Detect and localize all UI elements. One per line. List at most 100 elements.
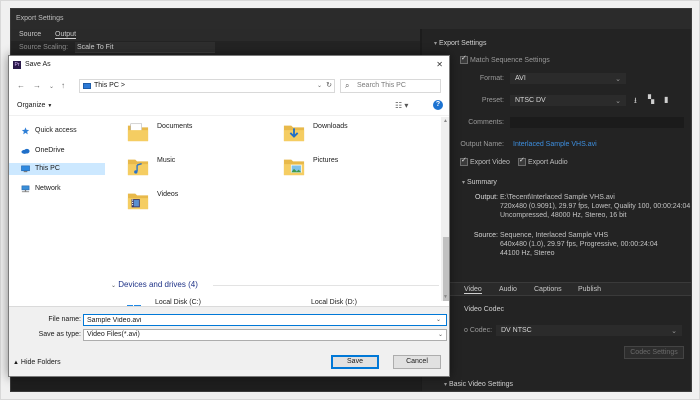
basic-video-header: Basic Video Settings	[448, 381, 514, 388]
video-codec-dropdown[interactable]: DV NTSC ⌄	[496, 325, 682, 336]
video-codec-header[interactable]: Video Codec	[464, 306, 504, 313]
comments-input[interactable]	[510, 117, 684, 128]
tab-audio[interactable]: Audio	[499, 286, 517, 293]
folder-name: Downloads	[313, 123, 348, 130]
recent-locations-icon[interactable]: ⌄	[49, 83, 54, 90]
export-video-checkbox[interactable]	[460, 156, 468, 166]
chevron-down-icon: ⌄	[615, 76, 621, 83]
match-sequence-label: Match Sequence Settings	[469, 56, 550, 64]
search-placeholder: Search This PC	[357, 82, 406, 89]
export-audio-label: Export Audio	[527, 158, 568, 166]
search-icon: ⌕	[345, 81, 350, 90]
save-button[interactable]: Save	[331, 355, 379, 369]
summary-header: Summary	[466, 179, 497, 186]
export-settings-header: Export Settings	[438, 40, 487, 47]
summary-source-label: Source:	[473, 232, 498, 239]
chevron-down-icon: ⌄	[615, 98, 621, 105]
folder-name: Music	[157, 157, 176, 164]
nav-item-label: Network	[35, 185, 61, 192]
export-settings-title: Export Settings	[11, 9, 691, 29]
hide-folders-toggle[interactable]: ▲ Hide Folders	[13, 359, 61, 366]
import-preset-icon[interactable]: ▚	[648, 95, 654, 104]
save-preset-icon[interactable]: ⭳	[634, 95, 637, 109]
export-video-label: Export Video	[469, 158, 510, 166]
devices-and-drives-header[interactable]: ⌄ Devices and drives (4)	[111, 280, 439, 292]
organize-button[interactable]: Organize ▼	[17, 102, 52, 109]
save-form-area: File name: ⌄ Save as type: Video Files(*…	[9, 306, 449, 376]
view-options-icon[interactable]: ☷ ▾	[395, 101, 408, 110]
tab-captions[interactable]: Captions	[534, 286, 562, 293]
file-name-input[interactable]	[83, 314, 447, 326]
folder-item-videos[interactable]: Videos	[121, 187, 271, 217]
export-settings-panel: ▾ Export Settings Match Sequence Setting…	[422, 29, 691, 391]
video-codec-label: o Codec:	[464, 327, 493, 334]
nav-item-network[interactable]: Network	[9, 183, 105, 195]
close-icon[interactable]: ✕	[436, 60, 443, 69]
tab-publish[interactable]: Publish	[578, 286, 601, 293]
summary-source-text: Sequence, Interlaced Sample VHS 640x480 …	[500, 231, 658, 258]
folder-item-pictures[interactable]: Pictures	[277, 153, 427, 183]
summary-line: 44100 Hz, Stereo	[500, 250, 555, 257]
folder-name: Pictures	[313, 157, 339, 164]
caret-up-icon: ▲	[13, 360, 19, 366]
dropdown-caret-icon: ▼	[47, 103, 53, 109]
drive-name: Local Disk (C:)	[155, 299, 201, 306]
settings-tab-bar: Video Audio Captions Publish	[422, 282, 691, 296]
tab-source[interactable]: Source	[19, 31, 41, 38]
refresh-icon[interactable]: ↻	[326, 81, 332, 89]
back-arrow-icon[interactable]: ←	[17, 81, 25, 90]
format-value: AVI	[515, 75, 526, 82]
match-sequence-checkbox[interactable]	[460, 54, 468, 64]
chevron-down-icon[interactable]: ⌄	[317, 82, 322, 89]
chevron-down-icon: ⌄	[111, 283, 117, 289]
breadcrumb-this-pc[interactable]: This PC	[94, 82, 119, 89]
scroll-down-icon[interactable]: ▼	[443, 294, 448, 300]
nav-item-this-pc[interactable]: This PC	[9, 163, 105, 175]
output-name-link[interactable]: Interlaced Sample VHS.avi	[513, 141, 597, 148]
address-bar[interactable]: This PC > ⌄ ↻	[79, 79, 335, 93]
folder-name: Videos	[157, 191, 179, 198]
scrollbar-thumb[interactable]	[443, 237, 449, 301]
delete-preset-icon[interactable]: ▮	[664, 95, 668, 104]
breadcrumb-separator[interactable]: >	[121, 82, 125, 89]
match-sequence-row[interactable]: Match Sequence Settings	[460, 54, 550, 64]
help-icon[interactable]: ?	[433, 100, 443, 110]
cancel-button[interactable]: Cancel	[393, 355, 441, 369]
collapse-chevron-icon: ▾	[434, 41, 438, 47]
tab-video[interactable]: Video	[464, 286, 482, 294]
export-audio-checkbox[interactable]	[518, 156, 526, 166]
export-video-row[interactable]: Export Video	[460, 156, 510, 166]
forward-arrow-icon[interactable]: →	[33, 81, 41, 90]
format-dropdown[interactable]: AVI ⌄	[510, 73, 626, 84]
folder-item-downloads[interactable]: Downloads	[277, 119, 427, 149]
summary-line: 640x480 (1.0), 29.97 fps, Progressive, 0…	[500, 241, 658, 248]
basic-video-section[interactable]: ▾ Basic Video Settings	[444, 381, 513, 388]
preset-value: NTSC DV	[515, 97, 546, 104]
vertical-scrollbar[interactable]: ▲ ▼	[441, 117, 449, 301]
search-input[interactable]: ⌕ Search This PC	[340, 79, 441, 93]
premiere-app-icon: Pr	[13, 61, 21, 69]
videos-folder-icon	[127, 193, 149, 210]
video-codec-value: DV NTSC	[501, 327, 532, 334]
codec-settings-button[interactable]: Codec Settings	[624, 346, 684, 359]
summary-output-label: Output:	[475, 194, 498, 201]
nav-item-onedrive[interactable]: OneDrive	[9, 145, 105, 157]
summary-line: E:\Tecent\Interlaced Sample VHS.avi	[500, 194, 615, 201]
folder-item-documents[interactable]: Documents	[121, 119, 271, 149]
export-audio-row[interactable]: Export Audio	[518, 156, 568, 166]
summary-line: Uncompressed, 48000 Hz, Stereo, 16 bit	[500, 212, 627, 219]
collapse-chevron-icon: ▾	[444, 382, 448, 388]
pictures-folder-icon	[283, 159, 305, 176]
save-as-type-select[interactable]: Video Files(*.avi) ⌄	[83, 329, 447, 341]
folder-item-music[interactable]: Music	[121, 153, 271, 183]
summary-section[interactable]: ▾ Summary	[462, 179, 497, 186]
scroll-up-icon[interactable]: ▲	[443, 118, 448, 124]
nav-item-quick-access[interactable]: Quick access	[9, 125, 105, 137]
chevron-down-icon[interactable]: ⌄	[436, 316, 441, 323]
export-settings-section[interactable]: ▾ Export Settings	[434, 40, 486, 47]
organize-label: Organize	[17, 102, 46, 109]
nav-item-label: Quick access	[35, 127, 77, 134]
tab-output[interactable]: Output	[55, 31, 77, 39]
preset-dropdown[interactable]: NTSC DV ⌄	[510, 95, 626, 106]
up-arrow-icon[interactable]: ↑	[61, 81, 65, 90]
